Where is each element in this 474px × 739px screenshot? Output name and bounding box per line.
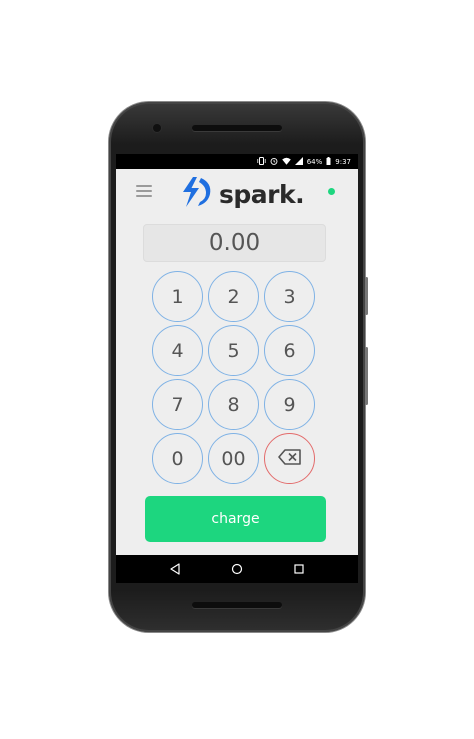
key-8[interactable]: 8 [208,379,259,430]
status-dot [328,188,335,195]
key-1[interactable]: 1 [152,271,203,322]
key-6[interactable]: 6 [264,325,315,376]
logo: spark. [179,175,305,213]
volume-button [365,277,368,315]
bottom-speaker [192,602,282,608]
clock: 9:37 [335,157,351,166]
delete-key[interactable] [264,433,315,484]
key-3[interactable]: 3 [264,271,315,322]
vibrate-icon [257,156,266,167]
key-4[interactable]: 4 [152,325,203,376]
status-bar: 64% 9:37 [116,154,358,169]
cell-signal-icon [294,156,303,167]
key-5[interactable]: 5 [208,325,259,376]
lightning-bolt-icon [179,175,215,213]
recents-icon[interactable] [290,560,308,578]
hamburger-menu-icon[interactable] [136,185,152,197]
power-button [365,347,368,405]
amount-display: 0.00 [143,224,326,262]
charge-button[interactable]: charge [145,496,326,542]
key-7[interactable]: 7 [152,379,203,430]
backspace-icon [277,448,302,470]
key-0[interactable]: 0 [152,433,203,484]
navigation-bar [116,555,358,583]
top-speaker [192,125,282,131]
battery-icon [326,156,331,167]
battery-percent: 64% [306,157,323,166]
alarm-icon [270,157,278,167]
key-00[interactable]: 00 [208,433,259,484]
back-icon[interactable] [166,560,184,578]
keypad: 1 2 3 4 5 6 7 8 9 0 00 [152,271,320,484]
phone-frame: 64% 9:37 spark. 0.00 1 2 3 4 5 6 7 8 9 0… [109,102,368,632]
front-camera [153,124,161,132]
home-icon[interactable] [228,560,246,578]
wifi-icon [281,157,291,167]
key-9[interactable]: 9 [264,379,315,430]
key-2[interactable]: 2 [208,271,259,322]
app-content: spark. 0.00 1 2 3 4 5 6 7 8 9 0 00 charg… [116,169,358,555]
screen: 64% 9:37 spark. 0.00 1 2 3 4 5 6 7 8 9 0… [116,154,358,583]
logo-text: spark. [219,179,305,209]
